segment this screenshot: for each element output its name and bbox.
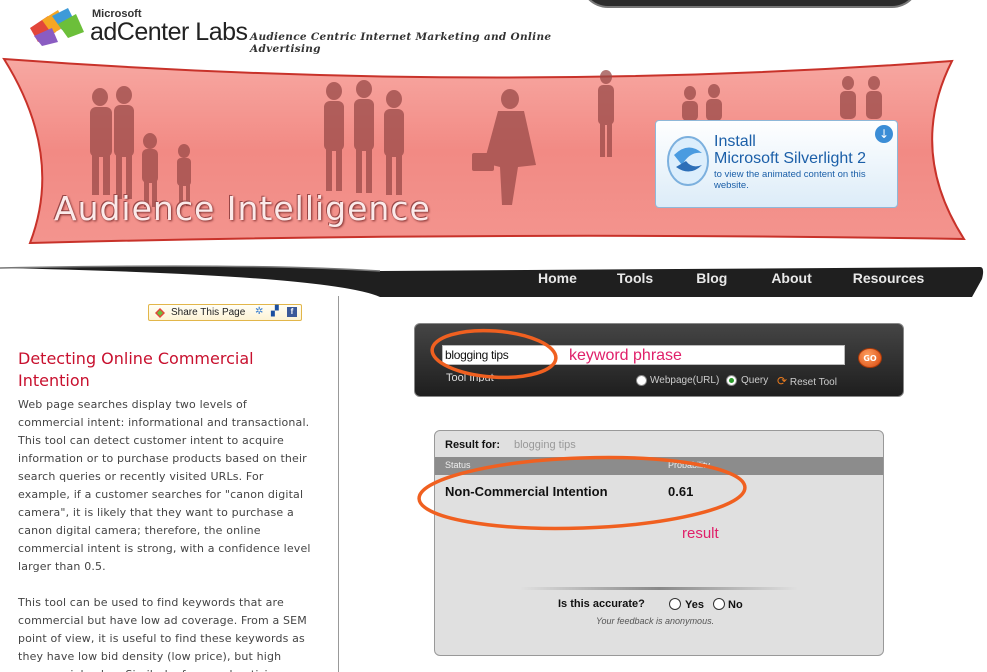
- main-nav: Home Tools Blog About Resources: [520, 270, 924, 292]
- accuracy-yes-label: Yes: [685, 599, 704, 611]
- silverlight-install-text: Install: [714, 133, 756, 150]
- result-status: Non-Commercial Intention: [445, 484, 608, 499]
- nav-home[interactable]: Home: [538, 270, 577, 292]
- silverlight-logo-icon: [667, 136, 709, 186]
- silverlight-title: Install Microsoft Silverlight 2: [714, 133, 866, 167]
- go-button[interactable]: GO: [858, 348, 882, 368]
- silverlight-subtext: to view the animated content on this web…: [714, 169, 866, 191]
- tool-input-label: Tool Input: [446, 372, 494, 382]
- radio-webpage-url-label: Webpage(URL): [650, 375, 720, 386]
- silverlight-install-box[interactable]: Install Microsoft Silverlight 2 to view …: [655, 120, 898, 208]
- windows-live-icon: ✲: [255, 306, 264, 317]
- nav-resources[interactable]: Resources: [853, 270, 925, 292]
- share-icon: [155, 308, 165, 318]
- article-paragraph-1: Web page searches display two levels of …: [18, 398, 311, 573]
- share-label: Share This Page: [171, 307, 246, 318]
- nav-tools[interactable]: Tools: [617, 270, 653, 292]
- article-paragraph-2: This tool can be used to find keywords t…: [18, 596, 307, 672]
- reset-tool-link[interactable]: ⟳ Reset Tool: [777, 374, 837, 388]
- accuracy-no-radio[interactable]: [713, 598, 725, 610]
- accuracy-no-label: No: [728, 599, 743, 611]
- result-probability: 0.61: [668, 484, 694, 499]
- radio-query[interactable]: [726, 375, 737, 386]
- nav-about[interactable]: About: [771, 270, 811, 292]
- silverlight-version: 2: [857, 150, 867, 167]
- article-title: Detecting Online Commercial Intention: [18, 349, 254, 390]
- result-query: blogging tips: [514, 439, 576, 451]
- result-annotation: result: [682, 525, 719, 542]
- result-separator: [520, 587, 798, 590]
- logo-brand-name: adCenter Labs: [90, 18, 248, 46]
- result-for-label: Result for:: [445, 439, 500, 451]
- col-status-header: Status: [445, 460, 471, 468]
- accuracy-question: Is this accurate?: [558, 598, 645, 610]
- facebook-icon: f: [287, 307, 297, 317]
- radio-webpage-url[interactable]: [636, 375, 647, 386]
- keyword-phrase-annotation: keyword phrase: [569, 347, 682, 364]
- silverlight-product-text: Microsoft Silverlight: [714, 150, 853, 167]
- article-body: Web page searches display two levels of …: [18, 396, 314, 672]
- col-probability-header: Probability: [668, 460, 711, 468]
- share-this-page-button[interactable]: Share This Page ✲ ▞ f: [148, 304, 302, 321]
- nav-blog[interactable]: Blog: [696, 270, 727, 292]
- reset-tool-label: Reset Tool: [789, 377, 837, 388]
- reset-icon: ⟳: [777, 374, 788, 388]
- column-divider: [338, 296, 339, 672]
- top-tab-decoration: [580, 0, 920, 8]
- delicious-icon: ▞: [271, 306, 279, 317]
- result-table-header: Status Probability: [435, 457, 883, 475]
- banner-title: Audience Intelligence: [54, 189, 431, 228]
- accuracy-yes-radio[interactable]: [669, 598, 681, 610]
- windows-flag-icon: [30, 8, 84, 46]
- radio-query-label: Query: [741, 375, 769, 386]
- logo-tagline: Audience Centric Internet Marketing and …: [250, 31, 552, 55]
- anonymous-note: Your feedback is anonymous.: [596, 616, 715, 626]
- adcenter-logo[interactable]: Microsoft adCenter Labs Audience Centric…: [28, 4, 608, 55]
- download-arrow-icon: ↓: [875, 125, 893, 143]
